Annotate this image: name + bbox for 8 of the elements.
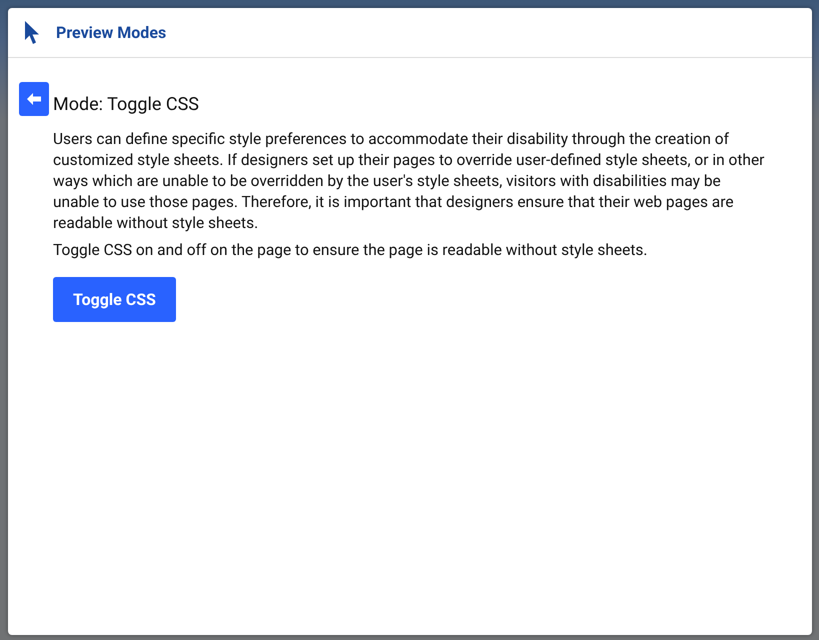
description-text: Users can define specific style preferences to accommodate their disability through the creation of customized style sheets. If designers set up their pages to override user-defined style sheets, or in other ways which are unable to be overridden by the user's style sheets, visitors with disabilities may be unable to use those pages. Therefore, it is important that designers ensure that their web pages are readable without style sheets. <box>53 129 765 234</box>
mode-title: Mode: Toggle CSS <box>53 94 200 115</box>
description-text: Toggle CSS on and off on the page to ensure the page is readable without style sheets. <box>53 240 648 261</box>
back-button[interactable] <box>19 82 49 116</box>
toggle-css-button[interactable]: Toggle CSS <box>53 277 176 322</box>
cursor-icon <box>24 20 40 46</box>
dialog-title: Preview Modes <box>56 23 166 42</box>
arrow-left-icon <box>27 93 41 105</box>
